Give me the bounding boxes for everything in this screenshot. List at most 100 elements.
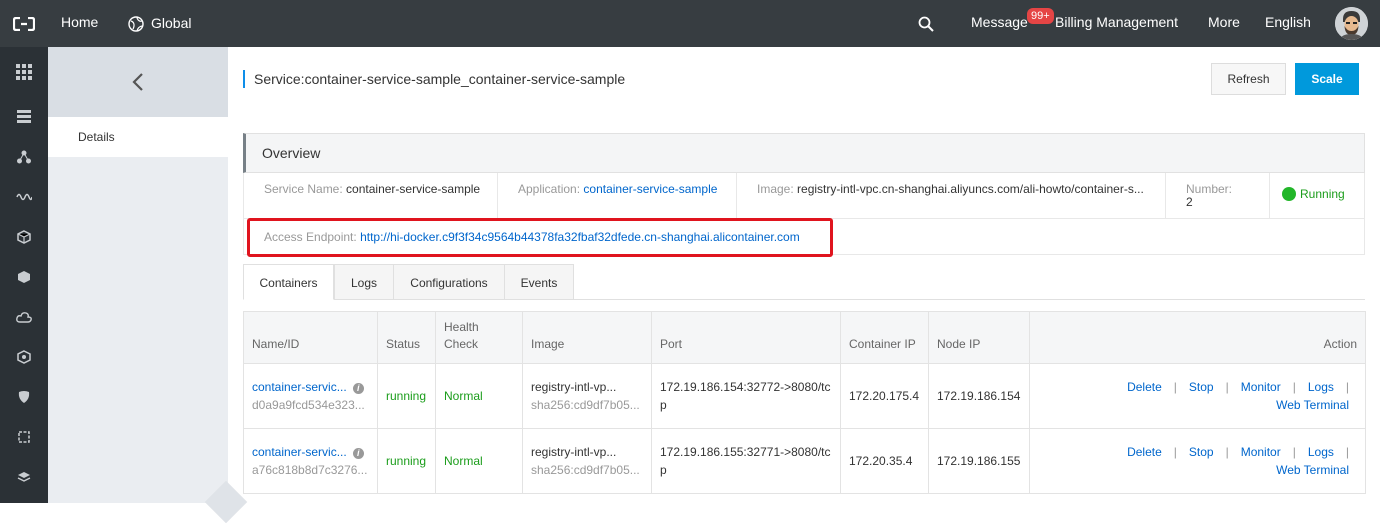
image-cell: Image: registry-intl-vpc.cn-shanghai.ali… — [737, 173, 1166, 218]
separator: | — [1225, 380, 1229, 394]
secondary-sidebar: Details — [48, 47, 248, 523]
number-value: 2 — [1186, 195, 1193, 209]
table-row: container-servic... i a76c818b8d7c3276...… — [243, 428, 1366, 494]
application-link[interactable]: container-service-sample — [583, 182, 717, 196]
application-label: Application: — [518, 182, 581, 196]
image-cell: registry-intl-vp... sha256:cd9df7b05... — [522, 428, 652, 494]
stop-link[interactable]: Stop — [1189, 380, 1214, 394]
separator: | — [1173, 445, 1177, 459]
container-ip-value: 172.20.175.4 — [840, 363, 929, 429]
col-container-ip: Container IP — [840, 311, 929, 364]
overview-heading: Overview — [243, 133, 1365, 173]
container-service-icon[interactable] — [12, 345, 36, 369]
info-icon[interactable]: i — [352, 448, 364, 459]
container-name-link[interactable]: container-servic... — [252, 380, 347, 394]
col-health-check: Health Check — [435, 311, 523, 364]
chevron-left-icon — [132, 73, 143, 91]
col-name-id: Name/ID — [243, 311, 378, 364]
page-title: Service:container-service-sample_contain… — [243, 70, 625, 88]
back-button[interactable] — [48, 47, 228, 117]
image-name: registry-intl-vp... — [531, 380, 617, 394]
globe-icon — [128, 15, 144, 32]
number-label: Number: — [1186, 182, 1233, 196]
network-icon[interactable] — [12, 145, 36, 169]
action-cell: Delete | Stop | Monitor | Logs | Web Terminal — [1029, 428, 1366, 494]
delete-link[interactable]: Delete — [1127, 380, 1162, 394]
col-status: Status — [377, 311, 436, 364]
overview-info-row: Service Name: container-service-sample A… — [243, 173, 1365, 219]
cube-icon[interactable] — [12, 225, 36, 249]
port-value: 172.19.186.155:32771->8080/tcp — [651, 428, 841, 494]
col-node-ip: Node IP — [928, 311, 1030, 364]
server-icon[interactable] — [12, 105, 36, 129]
health-check-value: Normal — [435, 428, 523, 494]
region-selector[interactable]: Global — [128, 0, 191, 47]
monitor-link[interactable]: Monitor — [1241, 380, 1281, 394]
more-menu[interactable]: More — [1208, 0, 1240, 47]
alibaba-cloud-logo[interactable] — [0, 0, 47, 47]
image-digest: sha256:cd9df7b05... — [531, 463, 640, 477]
language-selector[interactable]: English — [1265, 0, 1311, 47]
search-icon — [918, 16, 934, 32]
wave-icon[interactable] — [12, 185, 36, 209]
health-check-value: Normal — [435, 363, 523, 429]
tab-logs[interactable]: Logs — [334, 264, 394, 300]
container-id: d0a9a9fcd534e323... — [252, 398, 365, 412]
number-cell: Number: 2 — [1166, 173, 1270, 218]
products-grid-icon[interactable] — [12, 60, 36, 84]
name-id-cell: container-servic... i a76c818b8d7c3276... — [243, 428, 378, 494]
tab-containers[interactable]: Containers — [243, 264, 334, 300]
box-icon[interactable] — [12, 265, 36, 289]
delete-link[interactable]: Delete — [1127, 445, 1162, 459]
product-icon-rail — [0, 47, 48, 503]
image-label: Image: — [757, 182, 794, 196]
tab-events[interactable]: Events — [504, 264, 574, 300]
container-name-link[interactable]: container-servic... — [252, 445, 347, 459]
service-status: Running — [1300, 187, 1345, 201]
top-navigation-bar: Home Global Message 99+ Billing Manageme… — [0, 0, 1380, 47]
container-id: a76c818b8d7c3276... — [252, 463, 368, 477]
name-id-cell: container-servic... i d0a9a9fcd534e323... — [243, 363, 378, 429]
scale-button[interactable]: Scale — [1295, 63, 1359, 95]
web-terminal-link[interactable]: Web Terminal — [1276, 463, 1349, 477]
service-name-cell: Service Name: container-service-sample — [244, 173, 498, 218]
port-value: 172.19.186.154:32772->8080/tcp — [651, 363, 841, 429]
tab-configurations[interactable]: Configurations — [393, 264, 505, 300]
search-button[interactable] — [918, 0, 934, 47]
container-ip-value: 172.20.35.4 — [840, 428, 929, 494]
user-avatar[interactable] — [1335, 7, 1368, 40]
separator: | — [1345, 380, 1349, 394]
collapse-handle[interactable] — [204, 480, 248, 523]
container-status: running — [377, 428, 436, 494]
separator: | — [1292, 445, 1296, 459]
refresh-button[interactable]: Refresh — [1211, 63, 1286, 95]
separator: | — [1292, 380, 1296, 394]
monitor-link[interactable]: Monitor — [1241, 445, 1281, 459]
info-icon[interactable]: i — [352, 383, 364, 394]
col-action: Action — [1029, 311, 1366, 364]
logs-link[interactable]: Logs — [1308, 380, 1334, 394]
image-name: registry-intl-vp... — [531, 445, 617, 459]
home-link[interactable]: Home — [61, 0, 98, 47]
billing-management-link[interactable]: Billing Management — [1055, 0, 1178, 47]
logs-link[interactable]: Logs — [1308, 445, 1334, 459]
col-port: Port — [651, 311, 841, 364]
layers-icon[interactable] — [12, 465, 36, 489]
stop-link[interactable]: Stop — [1189, 445, 1214, 459]
image-value: registry-intl-vpc.cn-shanghai.aliyuncs.c… — [797, 182, 1144, 196]
separator: | — [1173, 380, 1177, 394]
web-terminal-link[interactable]: Web Terminal — [1276, 398, 1349, 412]
endpoint-highlight-box — [247, 218, 833, 257]
region-label: Global — [151, 15, 192, 31]
gear-icon[interactable] — [12, 425, 36, 449]
sidebar-item-details[interactable]: Details — [48, 117, 228, 157]
node-ip-value: 172.19.186.155 — [928, 428, 1030, 494]
message-count-badge: 99+ — [1027, 8, 1054, 24]
table-header-row: Name/ID Status Health Check Image Port C… — [243, 311, 1366, 364]
cloud-icon[interactable] — [12, 305, 36, 329]
application-cell: Application: container-service-sample — [498, 173, 737, 218]
shield-icon[interactable] — [12, 385, 36, 409]
service-name-label: Service Name: — [264, 182, 343, 196]
message-link[interactable]: Message — [971, 0, 1028, 47]
service-name-value: container-service-sample — [346, 182, 481, 196]
